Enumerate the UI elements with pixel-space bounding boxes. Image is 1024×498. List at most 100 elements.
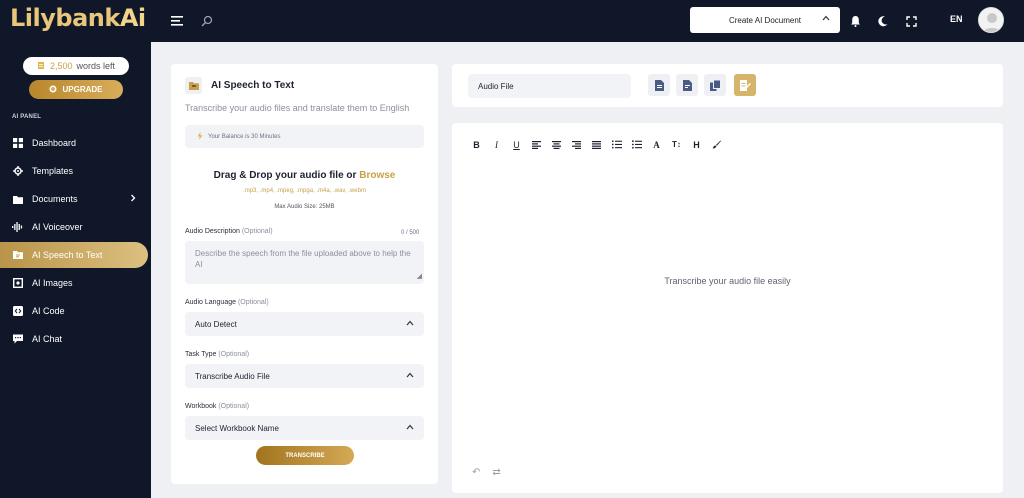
folder-icon bbox=[12, 194, 23, 205]
dark-mode-icon[interactable] bbox=[874, 12, 892, 30]
avatar[interactable] bbox=[978, 7, 1004, 33]
optional-text: (Optional) bbox=[237, 299, 269, 306]
label-text: Audio Description bbox=[185, 228, 240, 235]
sidebar-item-ai-chat[interactable]: AI Chat bbox=[0, 326, 148, 352]
resize-handle-icon[interactable]: ◢ bbox=[417, 271, 422, 282]
transcribe-button[interactable]: TRANSCRIBE bbox=[256, 446, 354, 465]
words-suffix: words left bbox=[76, 61, 116, 71]
align-right-icon[interactable] bbox=[570, 138, 583, 151]
textarea-placeholder: Describe the speech from the file upload… bbox=[195, 249, 411, 269]
align-justify-icon[interactable] bbox=[590, 138, 603, 151]
sidebar-item-label: AI Speech to Text bbox=[32, 250, 103, 260]
label-text: Audio Language bbox=[185, 299, 236, 306]
speech-file-icon bbox=[185, 77, 202, 94]
logo[interactable]: LilybankAi bbox=[10, 4, 146, 32]
audio-description-textarea[interactable]: Describe the speech from the file upload… bbox=[185, 241, 424, 284]
drop-zone[interactable]: Drag & Drop your audio file or Browse bbox=[171, 170, 438, 181]
page-title: AI Speech to Text bbox=[211, 80, 295, 91]
create-ai-document-dropdown[interactable]: Create AI Document bbox=[690, 7, 840, 33]
font-color-icon[interactable]: A bbox=[650, 138, 663, 151]
sidebar-item-label: AI Code bbox=[32, 306, 65, 316]
workbook-select[interactable]: Select Workbook Name bbox=[185, 416, 424, 440]
sidebar-item-label: AI Voiceover bbox=[32, 222, 83, 232]
character-counter: 0 / 500 bbox=[401, 230, 420, 236]
chevron-up-icon bbox=[406, 372, 414, 378]
sidebar-item-ai-speech-to-text[interactable]: AI Speech to Text bbox=[0, 242, 148, 268]
chevron-up-icon bbox=[406, 320, 414, 326]
ordered-list-icon[interactable] bbox=[610, 138, 623, 151]
optional-text: (Optional) bbox=[241, 228, 273, 235]
copy-button[interactable] bbox=[704, 74, 726, 96]
image-icon bbox=[12, 278, 23, 289]
chat-icon bbox=[12, 334, 23, 345]
task-type-label: Task Type (Optional) bbox=[185, 351, 249, 358]
editor-toolbar: B I U A T↕ H bbox=[470, 138, 723, 151]
underline-icon[interactable]: U bbox=[510, 138, 523, 151]
heading-icon[interactable]: H bbox=[690, 138, 703, 151]
optional-text: (Optional) bbox=[218, 351, 250, 358]
upgrade-button[interactable]: UPGRADE bbox=[29, 80, 123, 99]
bell-icon[interactable] bbox=[846, 12, 864, 30]
sidebar-item-label: Dashboard bbox=[32, 138, 77, 148]
brush-icon[interactable] bbox=[710, 138, 723, 151]
italic-icon[interactable]: I bbox=[490, 138, 503, 151]
upgrade-label: UPGRADE bbox=[62, 85, 103, 94]
create-ai-document-label: Create AI Document bbox=[728, 15, 802, 25]
sidebar-item-label: AI Images bbox=[32, 278, 73, 288]
browse-link[interactable]: Browse bbox=[359, 170, 395, 181]
history-controls: ↶ ⇄ bbox=[472, 467, 501, 478]
save-button[interactable] bbox=[734, 74, 756, 96]
optional-text: (Optional) bbox=[218, 403, 250, 410]
menu-icon[interactable] bbox=[168, 12, 186, 30]
editor-placeholder: Transcribe your audio file easily bbox=[664, 276, 791, 286]
audio-description-label: Audio Description (Optional) bbox=[185, 228, 273, 235]
audio-language-label: Audio Language (Optional) bbox=[185, 299, 269, 306]
code-icon bbox=[12, 306, 23, 317]
speech-to-text-form-card: AI Speech to Text Transcribe your audio … bbox=[171, 64, 438, 484]
sidebar-item-ai-images[interactable]: AI Images bbox=[0, 270, 148, 296]
font-size-icon[interactable]: T↕ bbox=[670, 138, 683, 151]
select-value: Select Workbook Name bbox=[195, 423, 279, 433]
select-value: Transcribe Audio File bbox=[195, 371, 270, 381]
chevron-up-icon bbox=[822, 15, 830, 21]
sidebar-item-ai-code[interactable]: AI Code bbox=[0, 298, 148, 324]
bold-icon[interactable]: B bbox=[470, 138, 483, 151]
undo-icon[interactable]: ↶ bbox=[472, 467, 480, 478]
words-left-badge: 2,500 words left bbox=[23, 57, 129, 75]
page-subtitle: Transcribe your audio files and translat… bbox=[185, 103, 410, 113]
document-actions-card: Audio File bbox=[452, 64, 1003, 107]
sidebar-item-dashboard[interactable]: Dashboard bbox=[0, 130, 148, 156]
pdf-file-icon bbox=[682, 79, 692, 91]
logo-ai-text: Ai bbox=[119, 4, 146, 32]
audio-language-select[interactable]: Auto Detect bbox=[185, 312, 424, 336]
words-count: 2,500 bbox=[49, 61, 73, 71]
bullet-list-icon[interactable] bbox=[630, 138, 643, 151]
align-center-icon[interactable] bbox=[550, 138, 563, 151]
sidebar-item-label: Documents bbox=[32, 194, 78, 204]
sidebar-item-documents[interactable]: Documents bbox=[0, 186, 148, 212]
sidebar-item-label: AI Chat bbox=[32, 334, 63, 344]
editor-card: B I U A T↕ H Transcribe your audio file … bbox=[452, 123, 1003, 493]
sidebar-item-ai-voiceover[interactable]: AI Voiceover bbox=[0, 214, 148, 240]
align-left-icon[interactable] bbox=[530, 138, 543, 151]
document-title-input[interactable]: Audio File bbox=[468, 74, 631, 98]
top-bar: LilybankAi Create AI Document EN bbox=[0, 0, 1024, 42]
fullscreen-icon[interactable] bbox=[902, 12, 920, 30]
ai-panel-heading: AI PANEL bbox=[12, 114, 42, 120]
waveform-icon bbox=[12, 222, 23, 233]
label-text: Workbook bbox=[185, 403, 217, 410]
sidebar-item-templates[interactable]: Templates bbox=[0, 158, 148, 184]
balance-info: Your Balance is 30 Minutes bbox=[185, 125, 424, 148]
redo-icon[interactable]: ⇄ bbox=[492, 467, 500, 478]
search-icon[interactable] bbox=[198, 12, 216, 30]
supported-formats: .mp3, .mp4, .mpeg, .mpga, .m4a, .wav, .w… bbox=[243, 188, 366, 194]
task-type-select[interactable]: Transcribe Audio File bbox=[185, 364, 424, 388]
max-audio-size: Max Audio Size: 25MB bbox=[274, 204, 335, 210]
language-selector[interactable]: EN bbox=[950, 14, 963, 24]
export-word-button[interactable] bbox=[648, 74, 670, 96]
chevron-right-icon bbox=[131, 194, 136, 202]
export-pdf-button[interactable] bbox=[676, 74, 698, 96]
sidebar: 2,500 words left UPGRADE AI PANEL Dashbo… bbox=[0, 42, 151, 498]
workbook-label: Workbook (Optional) bbox=[185, 403, 249, 410]
speech-file-icon bbox=[12, 250, 23, 261]
